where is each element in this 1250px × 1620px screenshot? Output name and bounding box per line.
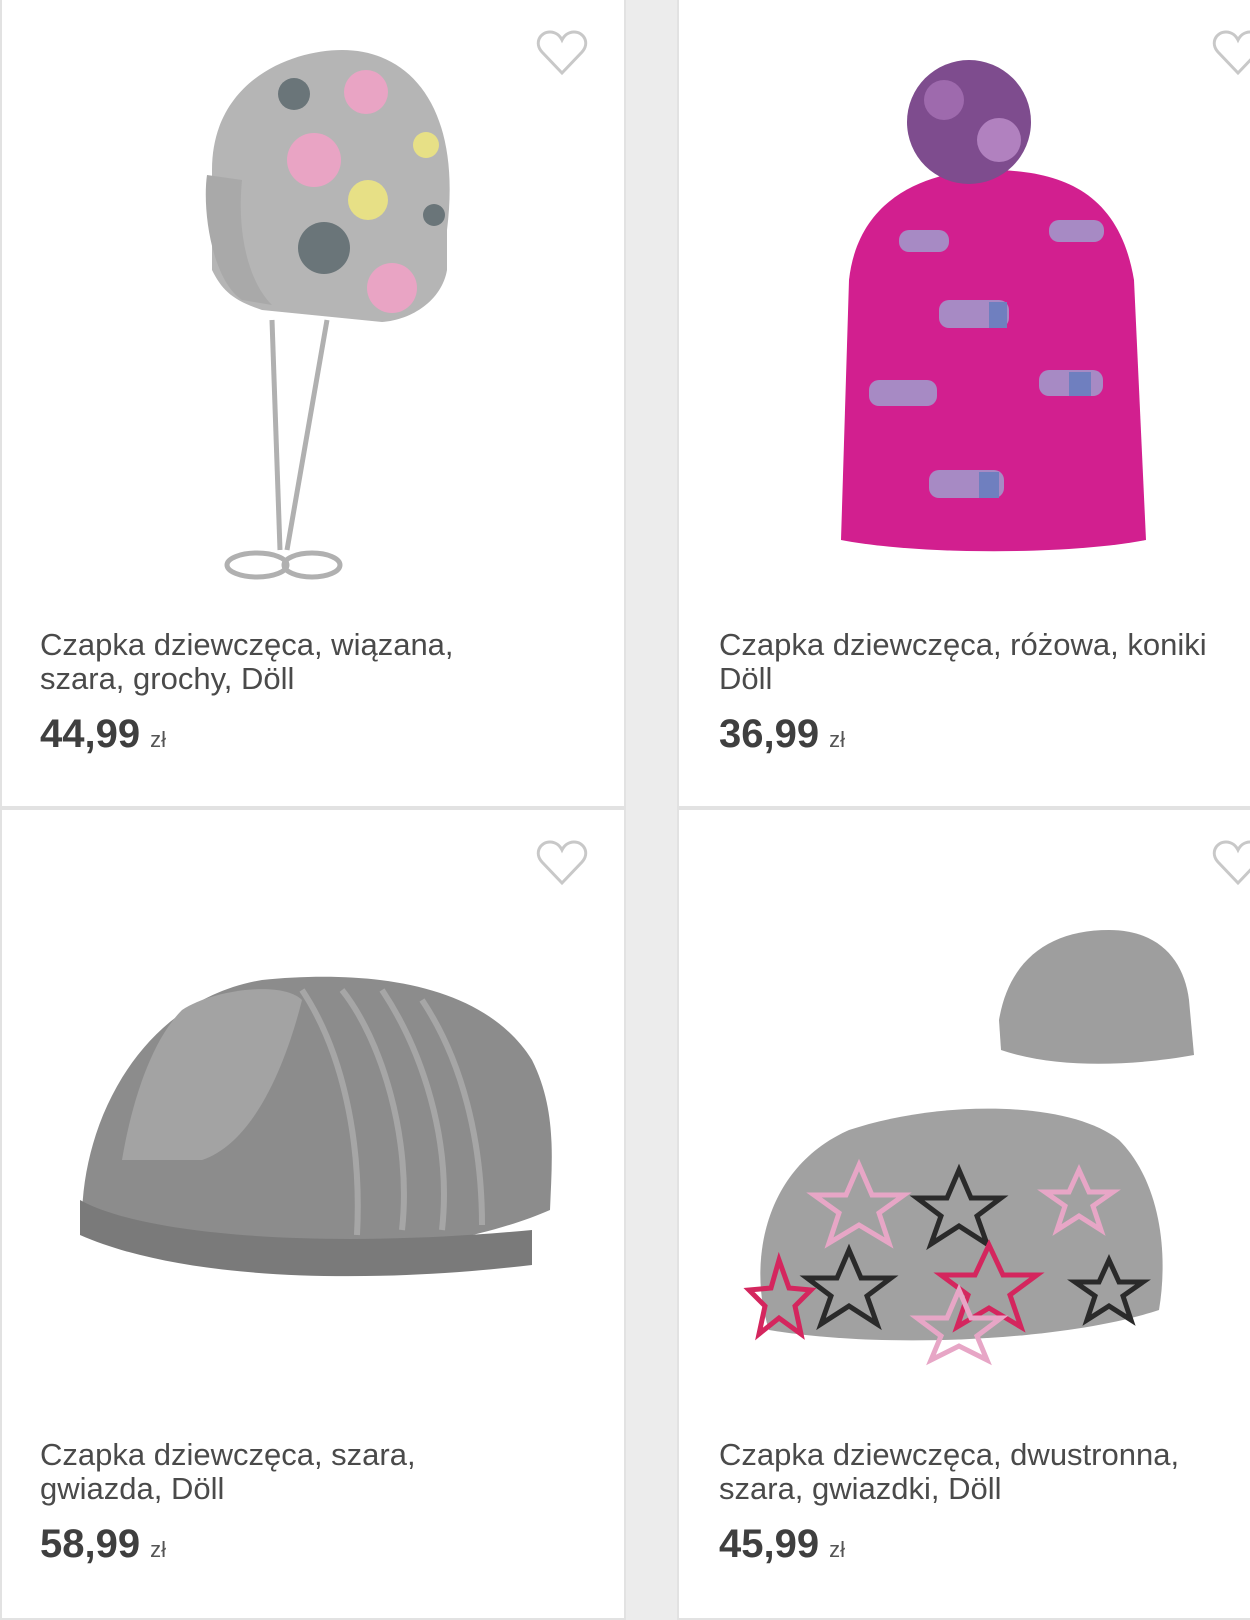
- price-currency: zł: [829, 727, 845, 752]
- product-title-line: Czapka dziewczęca, różowa, koniki: [719, 627, 1207, 662]
- product-title[interactable]: Czapka dziewczęca, szara, gwiazda, Döll: [40, 1438, 600, 1506]
- price-currency: zł: [829, 1537, 845, 1562]
- product-title-line: Czapka dziewczęca, szara,: [40, 1437, 416, 1472]
- reversible-grey-stars-beanie-image[interactable]: [739, 840, 1239, 1400]
- product-title-line: gwiazda, Döll: [40, 1471, 225, 1506]
- price-value: 58,99: [40, 1522, 141, 1566]
- product-price: 36,99 zł: [719, 712, 845, 757]
- product-title[interactable]: Czapka dziewczęca, wiązana, szara, groch…: [40, 628, 600, 696]
- price-value: 44,99: [40, 712, 141, 756]
- product-card[interactable]: Czapka dziewczęca, szara, gwiazda, Döll …: [0, 808, 626, 1620]
- product-grid: Czapka dziewczęca, wiązana, szara, groch…: [0, 0, 1250, 1620]
- price-value: 36,99: [719, 712, 820, 756]
- product-price: 58,99 zł: [40, 1522, 166, 1567]
- product-price: 44,99 zł: [40, 712, 166, 757]
- price-currency: zł: [150, 1537, 166, 1562]
- product-title-line: Czapka dziewczęca, wiązana,: [40, 627, 454, 662]
- product-card[interactable]: Czapka dziewczęca, różowa, koniki Döll 3…: [677, 0, 1250, 808]
- product-title-line: Czapka dziewczęca, dwustronna,: [719, 1437, 1180, 1472]
- product-card[interactable]: Czapka dziewczęca, wiązana, szara, groch…: [0, 0, 626, 808]
- price-currency: zł: [150, 727, 166, 752]
- price-value: 45,99: [719, 1522, 820, 1566]
- product-title-line: szara, gwiazdki, Döll: [719, 1471, 1002, 1506]
- product-title-line: szara, grochy, Döll: [40, 661, 295, 696]
- product-card[interactable]: Czapka dziewczęca, dwustronna, szara, gw…: [677, 808, 1250, 1620]
- pink-pony-pompom-hat-image[interactable]: [739, 30, 1239, 590]
- product-title[interactable]: Czapka dziewczęca, różowa, koniki Döll: [719, 628, 1250, 696]
- product-price: 45,99 zł: [719, 1522, 845, 1567]
- grey-polka-dot-tie-hat-image[interactable]: [62, 30, 562, 590]
- grey-knit-star-beanie-image[interactable]: [62, 840, 562, 1400]
- product-title[interactable]: Czapka dziewczęca, dwustronna, szara, gw…: [719, 1438, 1250, 1506]
- product-title-line: Döll: [719, 661, 773, 696]
